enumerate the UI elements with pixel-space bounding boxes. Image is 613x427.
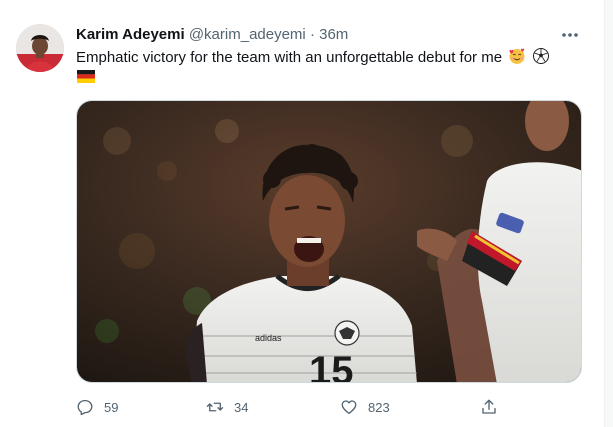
like-count: 823 [368,399,390,415]
share-icon [482,399,496,414]
jersey-number-text: 15 [309,349,354,383]
reply-count: 59 [104,399,119,415]
retweet-button[interactable]: 34 [206,393,248,421]
smiling-face-with-hearts-icon [508,47,526,71]
jersey-brand-text: adidas [255,333,282,343]
avatar-image [16,24,64,72]
tweet-timestamp[interactable]: 36m [319,26,348,43]
author-name[interactable]: Karim Adeyemi [76,26,185,43]
more-dots-icon [562,33,578,37]
football-celebration-photo: adidas 15 [77,101,581,383]
retweet-icon [206,402,224,412]
more-options-button[interactable] [557,22,583,48]
share-button[interactable] [480,393,508,421]
tweet-header: Karim Adeyemi @karim_adeyemi · 36m [76,25,583,45]
avatar[interactable] [16,24,64,72]
author-handle[interactable]: @karim_adeyemi [189,26,306,43]
scrollbar-track[interactable] [605,0,613,427]
separator-dot: · [309,26,315,43]
retweet-count: 34 [234,399,249,415]
tweet-body: Emphatic victory for the team with an un… [76,49,503,66]
soccer-ball-icon [532,47,550,71]
heart-icon [341,400,357,415]
tweet-media-image[interactable]: adidas 15 [76,100,582,383]
like-button[interactable]: 823 [340,393,390,421]
reply-icon [77,399,93,416]
tweet-action-bar: 59 34 823 [70,393,510,421]
germany-flag-icon [77,70,95,83]
reply-button[interactable]: 59 [76,393,118,421]
tweet-text: Emphatic victory for the team with an un… [76,47,576,71]
